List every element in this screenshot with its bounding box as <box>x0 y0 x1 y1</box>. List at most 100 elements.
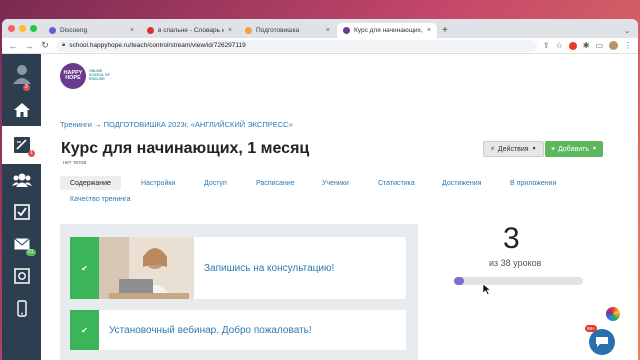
logo-subtitle: ONLINE SCHOOL OF ENGLISH <box>89 69 110 81</box>
lightning-icon: ⚡︎ <box>490 146 495 153</box>
tab-content[interactable]: Содержание <box>60 176 121 190</box>
reload-icon[interactable]: ↻ <box>40 40 50 51</box>
tab-settings[interactable]: Настройки <box>131 176 185 190</box>
sidebar-badge: 1 <box>28 150 35 157</box>
tab-title: Подготовишка <box>256 27 300 34</box>
actions-label: Действия <box>497 145 529 153</box>
tab-statistics[interactable]: Статистика <box>368 176 425 190</box>
breadcrumb-separator: → <box>94 120 102 129</box>
window-controls <box>2 25 43 38</box>
tab-close-icon[interactable]: × <box>427 27 431 34</box>
tab-search-chevron-icon[interactable]: ⌄ <box>624 27 630 35</box>
consultation-photo-image <box>99 237 194 299</box>
tab-close-icon[interactable]: × <box>326 27 330 34</box>
home-icon <box>13 103 30 117</box>
chat-bubble-icon <box>596 337 608 347</box>
tab-in-app[interactable]: В приложении <box>500 176 566 190</box>
url-text: school.happyhope.ru/teach/control/stream… <box>69 42 246 49</box>
tab-schedule[interactable]: Расписание <box>246 176 305 190</box>
tab-bar: Discoeng × в спальне - Словарь и онлай ×… <box>2 19 638 38</box>
tab-training-quality[interactable]: Качество тренинга <box>60 192 140 206</box>
sidebar: 2 1 21 <box>2 54 41 360</box>
extensions-puzzle-icon[interactable]: ✱ <box>583 41 590 50</box>
back-icon[interactable]: ← <box>8 41 18 51</box>
close-window-button[interactable] <box>8 25 15 32</box>
lesson-item[interactable]: ✔ Запишись на консультацию! <box>70 237 406 299</box>
tab-title: в спальне - Словарь и онлай <box>158 27 224 34</box>
page-title: Курс для начинающих, 1 месяц <box>61 140 310 157</box>
lesson-thumbnail <box>99 237 194 299</box>
address-bar[interactable]: 🔒︎ school.happyhope.ru/teach/control/str… <box>56 39 537 52</box>
actions-dropdown-button[interactable]: ⚡︎ Действия ▼ <box>483 141 544 157</box>
tab-title: Курс для начинающих, 1 мес <box>354 27 423 34</box>
progress-bar <box>454 277 583 285</box>
minimize-window-button[interactable] <box>19 25 26 32</box>
progress-bar-fill <box>454 277 465 285</box>
maximize-window-button[interactable] <box>30 25 37 32</box>
mouse-cursor-icon <box>482 283 492 295</box>
caret-down-icon: ▼ <box>592 146 597 152</box>
sidebar-item-home[interactable] <box>2 94 41 126</box>
school-logo[interactable]: HAPPY HOPE ONLINE SCHOOL OF ENGLISH <box>60 63 111 89</box>
tab-access[interactable]: Доступ <box>194 176 237 190</box>
sidebar-item-safe[interactable] <box>2 260 41 292</box>
tab-favicon-icon <box>343 27 350 34</box>
sidebar-item-profile[interactable]: 2 <box>2 54 41 94</box>
sidebar-item-messages[interactable]: 21 <box>2 228 41 260</box>
chat-badge: 99+ <box>585 325 597 332</box>
mobile-phone-icon <box>16 299 27 317</box>
tab-favicon-icon <box>147 27 154 34</box>
profile-avatar[interactable] <box>609 41 618 50</box>
sidebar-item-learning[interactable]: 1 <box>2 126 41 164</box>
plus-icon: + <box>551 145 556 153</box>
tab-favicon-icon <box>49 27 56 34</box>
users-icon <box>11 173 32 187</box>
lesson-done-check-icon: ✔ <box>70 310 99 350</box>
color-wheel-icon[interactable] <box>606 307 620 321</box>
sidebar-item-mobile[interactable] <box>2 292 41 324</box>
extension-icon[interactable] <box>568 41 577 50</box>
add-label: Добавить <box>558 145 590 153</box>
sidebar-item-tasks[interactable] <box>2 196 41 228</box>
menu-kebab-icon[interactable]: ⋮ <box>624 41 632 50</box>
logo-badge: HAPPY HOPE <box>60 63 86 89</box>
tab-students[interactable]: Ученики <box>312 176 359 190</box>
breadcrumb: Тренинги → ПОДГОТОВИШКА 2023г. «АНГЛИЙСК… <box>60 120 293 129</box>
lesson-title[interactable]: Установочный вебинар. Добро пожаловать! <box>99 310 312 350</box>
lessons-list: ✔ Запишись на консультацию! ✔ Установочн… <box>60 224 418 360</box>
share-icon[interactable]: ⇪ <box>543 41 550 50</box>
breadcrumb-current-link[interactable]: ПОДГОТОВИШКА 2023г. «АНГЛИЙСКИЙ ЭКСПРЕСС… <box>104 120 293 129</box>
bookmark-star-icon[interactable]: ☆ <box>556 41 563 50</box>
browser-tab-active[interactable]: Курс для начинающих, 1 мес × <box>337 23 437 38</box>
total-lessons-text: из 38 уроков <box>489 258 542 268</box>
forward-icon[interactable]: → <box>24 41 34 51</box>
lesson-title[interactable]: Запишись на консультацию! <box>194 237 334 299</box>
sidebar-badge: 2 <box>23 84 30 91</box>
sidebar-item-users[interactable] <box>2 164 41 196</box>
safe-icon <box>13 268 30 284</box>
completed-lessons-count: 3 <box>503 222 520 255</box>
lesson-item[interactable]: ✔ Установочный вебинар. Добро пожаловать… <box>70 310 406 350</box>
sidepanel-icon[interactable]: ▭ <box>595 41 603 50</box>
browser-toolbar: ← → ↻ 🔒︎ school.happyhope.ru/teach/contr… <box>2 38 638 54</box>
tab-achievements[interactable]: Достижения <box>432 176 491 190</box>
tab-close-icon[interactable]: × <box>228 27 232 34</box>
browser-tab[interactable]: Discoeng × <box>43 23 140 38</box>
sidebar-badge: 21 <box>26 249 36 256</box>
add-dropdown-button[interactable]: + Добавить ▼ <box>545 141 603 157</box>
caret-down-icon: ▼ <box>531 146 537 152</box>
tab-favicon-icon <box>245 27 252 34</box>
breadcrumb-root-link[interactable]: Тренинги <box>60 120 92 129</box>
new-tab-icon[interactable]: + <box>438 25 454 38</box>
browser-tab[interactable]: Подготовишка × <box>239 23 336 38</box>
lock-icon: 🔒︎ <box>62 42 66 48</box>
user-icon <box>12 65 31 84</box>
checkbox-icon <box>13 204 30 220</box>
tab-title: Discoeng <box>60 27 88 34</box>
chat-button[interactable]: 99+ <box>585 325 615 355</box>
main-content: HAPPY HOPE ONLINE SCHOOL OF ENGLISH Трен… <box>41 54 638 360</box>
browser-tab[interactable]: в спальне - Словарь и онлай × <box>141 23 238 38</box>
lesson-done-check-icon: ✔ <box>70 237 99 299</box>
browser-window: Discoeng × в спальне - Словарь и онлай ×… <box>2 19 638 360</box>
tab-close-icon[interactable]: × <box>130 27 134 34</box>
